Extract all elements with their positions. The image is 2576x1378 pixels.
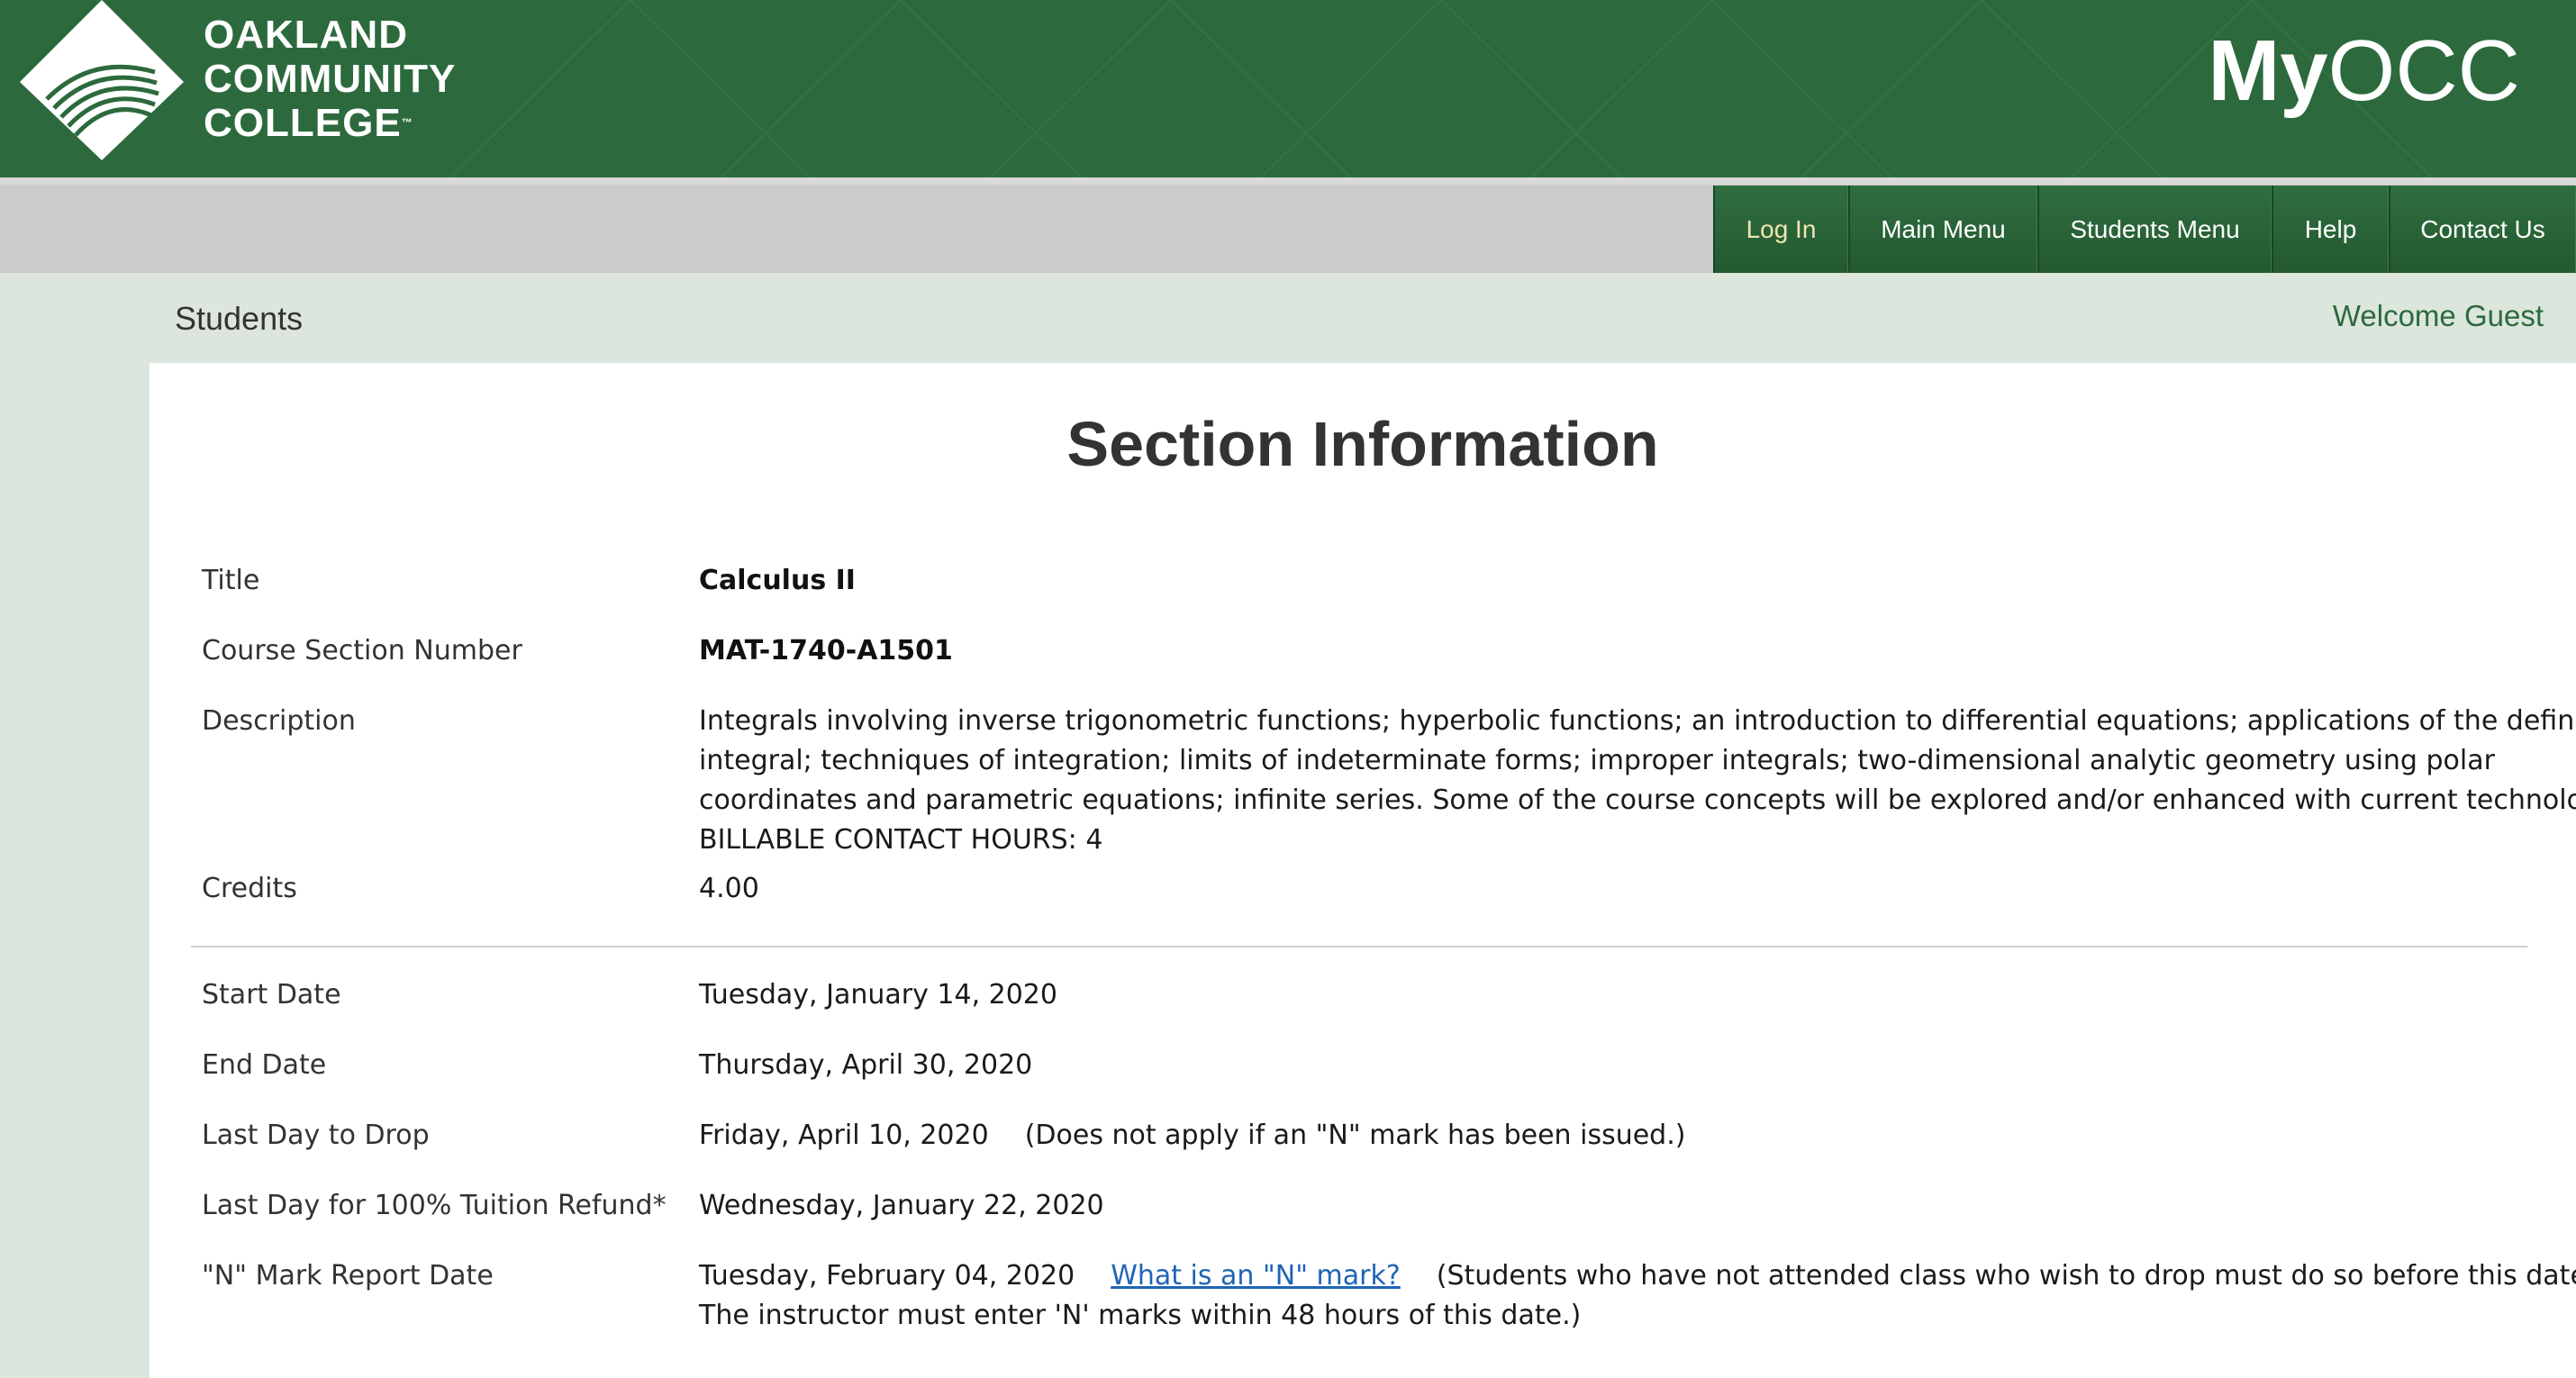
- main-nav-menu: Log In Main Menu Students Menu Help Cont…: [1713, 186, 2576, 273]
- drop-date-label: Last Day to Drop: [202, 1120, 430, 1151]
- main-menu-button[interactable]: Main Menu: [1848, 186, 2037, 273]
- page-title: Section Information: [1066, 409, 1659, 479]
- drop-date-value-wrap: Friday, April 10, 2020 (Does not apply if…: [699, 1116, 2576, 1156]
- credits-value: 4.00: [699, 873, 759, 904]
- contact-us-button[interactable]: Contact Us: [2389, 186, 2576, 273]
- myocc-occ: OCC: [2327, 23, 2520, 119]
- students-menu-button[interactable]: Students Menu: [2037, 186, 2272, 273]
- refund-date-value: Wednesday, January 22, 2020: [699, 1190, 1104, 1221]
- refund-date-label: Last Day for 100% Tuition Refund*: [202, 1190, 667, 1221]
- welcome-guest-text: Welcome Guest: [2332, 299, 2544, 332]
- what-is-n-mark-link[interactable]: What is an "N" mark?: [1111, 1260, 1401, 1292]
- logo-line-2: COMMUNITY: [204, 57, 457, 101]
- description-label: Description: [202, 705, 356, 737]
- myocc-my: My: [2208, 23, 2328, 119]
- logo-line-1: OAKLAND: [204, 13, 408, 57]
- drop-date-value: Friday, April 10, 2020: [699, 1120, 989, 1151]
- content-panel: Section Information Title Calculus II Co…: [150, 363, 2576, 1378]
- section-divider: [191, 946, 2527, 947]
- section-number-label: Course Section Number: [202, 635, 522, 666]
- myocc-logo[interactable]: MyOCC: [2208, 22, 2520, 121]
- title-label: Title: [202, 565, 260, 596]
- trademark-symbol: ™: [401, 116, 413, 129]
- logo-line-3: COLLEGE: [204, 101, 402, 145]
- nmark-date-value: Tuesday, February 04, 2020: [699, 1260, 1075, 1292]
- end-date-value: Thursday, April 30, 2020: [699, 1049, 1033, 1081]
- section-number-value: MAT-1740-A1501: [699, 635, 953, 666]
- credits-label: Credits: [202, 873, 297, 904]
- drop-date-note: (Does not apply if an "N" mark has been …: [1024, 1120, 1686, 1151]
- start-date-label: Start Date: [202, 979, 341, 1011]
- college-name: OAKLAND COMMUNITY COLLEGE™: [204, 13, 456, 145]
- description-value: Integrals involving inverse trigonometri…: [699, 705, 2576, 856]
- nmark-date-value-wrap: Tuesday, February 04, 2020 What is an "N"…: [699, 1256, 2576, 1336]
- login-button[interactable]: Log In: [1713, 186, 1848, 273]
- occ-logo-icon: [20, 0, 184, 160]
- start-date-value: Tuesday, January 14, 2020: [699, 979, 1057, 1011]
- site-header: OAKLAND COMMUNITY COLLEGE™ MyOCC: [0, 0, 2576, 177]
- end-date-label: End Date: [202, 1049, 327, 1081]
- nmark-date-label: "N" Mark Report Date: [202, 1260, 494, 1292]
- section-breadcrumb: Students: [175, 300, 304, 337]
- help-button[interactable]: Help: [2272, 186, 2389, 273]
- title-value: Calculus II: [699, 565, 856, 596]
